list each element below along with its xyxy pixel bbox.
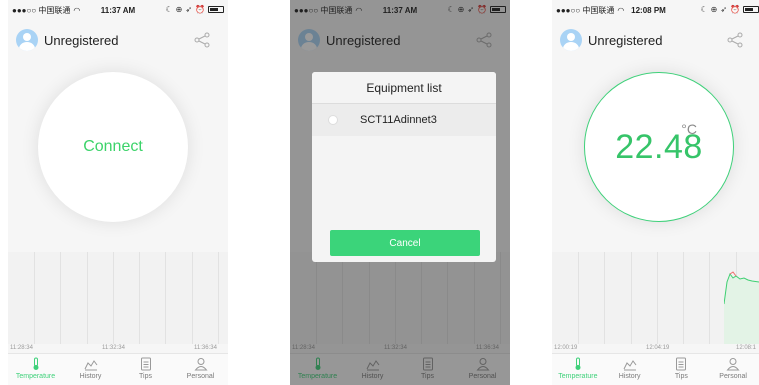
chart-icon — [84, 360, 97, 371]
temperature-line — [724, 271, 759, 344]
radio-button[interactable] — [328, 115, 338, 125]
battery-icon — [743, 6, 759, 13]
tab-tips[interactable]: Tips — [656, 354, 708, 385]
tab-temperature[interactable]: Temperature — [8, 354, 63, 385]
chart-tick-label: 12:00:19 — [554, 345, 578, 351]
temperature-chart — [8, 252, 228, 344]
tab-temperature[interactable]: Temperature — [552, 354, 604, 385]
person-icon — [726, 358, 740, 371]
tab-personal[interactable]: Personal — [173, 354, 228, 385]
tab-label: Temperature — [558, 373, 598, 380]
tab-history[interactable]: History — [604, 354, 656, 385]
screen-equipment-list: ●●●○○ 中国联通 ◠ 11:37 AM ☾ ⊕ ➶ ⏰ Unregister… — [290, 0, 510, 385]
chart-tick-label: 12:08:1 — [736, 345, 757, 351]
equipment-list-dialog: Equipment list SCT11Adinnet3 Cancel — [312, 72, 496, 262]
chart-tick-label: 11:28:34 — [10, 345, 33, 351]
alarm-icon: ⏰ — [730, 5, 740, 14]
moon-icon: ☾ — [700, 5, 708, 14]
person-icon — [193, 358, 208, 371]
connect-label: Connect — [83, 138, 143, 155]
screen-connect: ●●●○○ 中国联通 ◠ 11:37 AM ☾ ⊕ ➶ ⏰ Unregister… — [8, 0, 228, 385]
tab-bar: Temperature History Tips Personal — [8, 353, 228, 385]
avatar[interactable] — [16, 29, 38, 51]
tab-personal[interactable]: Personal — [707, 354, 759, 385]
temperature-dial[interactable]: 22.48 °C — [584, 72, 734, 222]
battery-icon — [208, 6, 224, 13]
tab-label: Tips — [674, 373, 688, 380]
tab-label: History — [618, 373, 641, 380]
document-icon — [140, 357, 151, 371]
share-icon[interactable] — [194, 32, 210, 48]
tab-bar: Temperature History Tips Personal — [552, 353, 759, 385]
screen-temperature-reading: ●●●○○ 中国联通 ◠ 12:08 PM ☾ ⊕ ➶ ⏰ Unregister… — [552, 0, 759, 385]
device-list-item[interactable]: SCT11Adinnet3 — [312, 104, 496, 136]
chart-tick-label: 11:32:34 — [102, 345, 125, 351]
tab-history[interactable]: History — [63, 354, 118, 385]
connect-dial[interactable]: Connect — [38, 72, 188, 222]
tab-label: Personal — [719, 373, 747, 380]
lock-rotation-icon: ⊕ — [175, 5, 183, 14]
share-icon[interactable] — [727, 32, 743, 48]
avatar[interactable] — [560, 29, 582, 51]
user-name[interactable]: Unregistered — [44, 33, 118, 48]
chart-tick-label: 12:04:19 — [646, 345, 670, 351]
temperature-chart — [552, 252, 759, 344]
user-name[interactable]: Unregistered — [588, 33, 662, 48]
status-bar: ●●●○○ 中国联通 ◠ 11:37 AM ☾ ⊕ ➶ ⏰ — [8, 0, 228, 20]
location-icon: ➶ — [185, 5, 193, 14]
chart-icon — [623, 360, 637, 371]
app-header: Unregistered — [552, 22, 759, 58]
location-icon: ➶ — [720, 5, 728, 14]
cancel-button[interactable]: Cancel — [330, 230, 480, 256]
device-name: SCT11Adinnet3 — [360, 114, 437, 126]
temperature-unit: °C — [681, 121, 697, 137]
thermometer-icon — [575, 357, 581, 370]
moon-icon: ☾ — [165, 5, 173, 14]
thermometer-icon — [33, 357, 38, 370]
tab-label: Personal — [186, 373, 215, 380]
dialog-title: Equipment list — [312, 72, 496, 104]
tab-label: History — [79, 373, 102, 380]
lock-rotation-icon: ⊕ — [710, 5, 718, 14]
app-header: Unregistered — [8, 22, 228, 58]
chart-tick-label: 11:36:34 — [194, 345, 217, 351]
document-icon — [676, 357, 687, 371]
tab-label: Tips — [139, 373, 152, 380]
alarm-icon: ⏰ — [195, 5, 205, 14]
tab-label: Temperature — [15, 373, 56, 380]
status-bar: ●●●○○ 中国联通 ◠ 12:08 PM ☾ ⊕ ➶ ⏰ — [552, 0, 759, 20]
tab-tips[interactable]: Tips — [118, 354, 173, 385]
